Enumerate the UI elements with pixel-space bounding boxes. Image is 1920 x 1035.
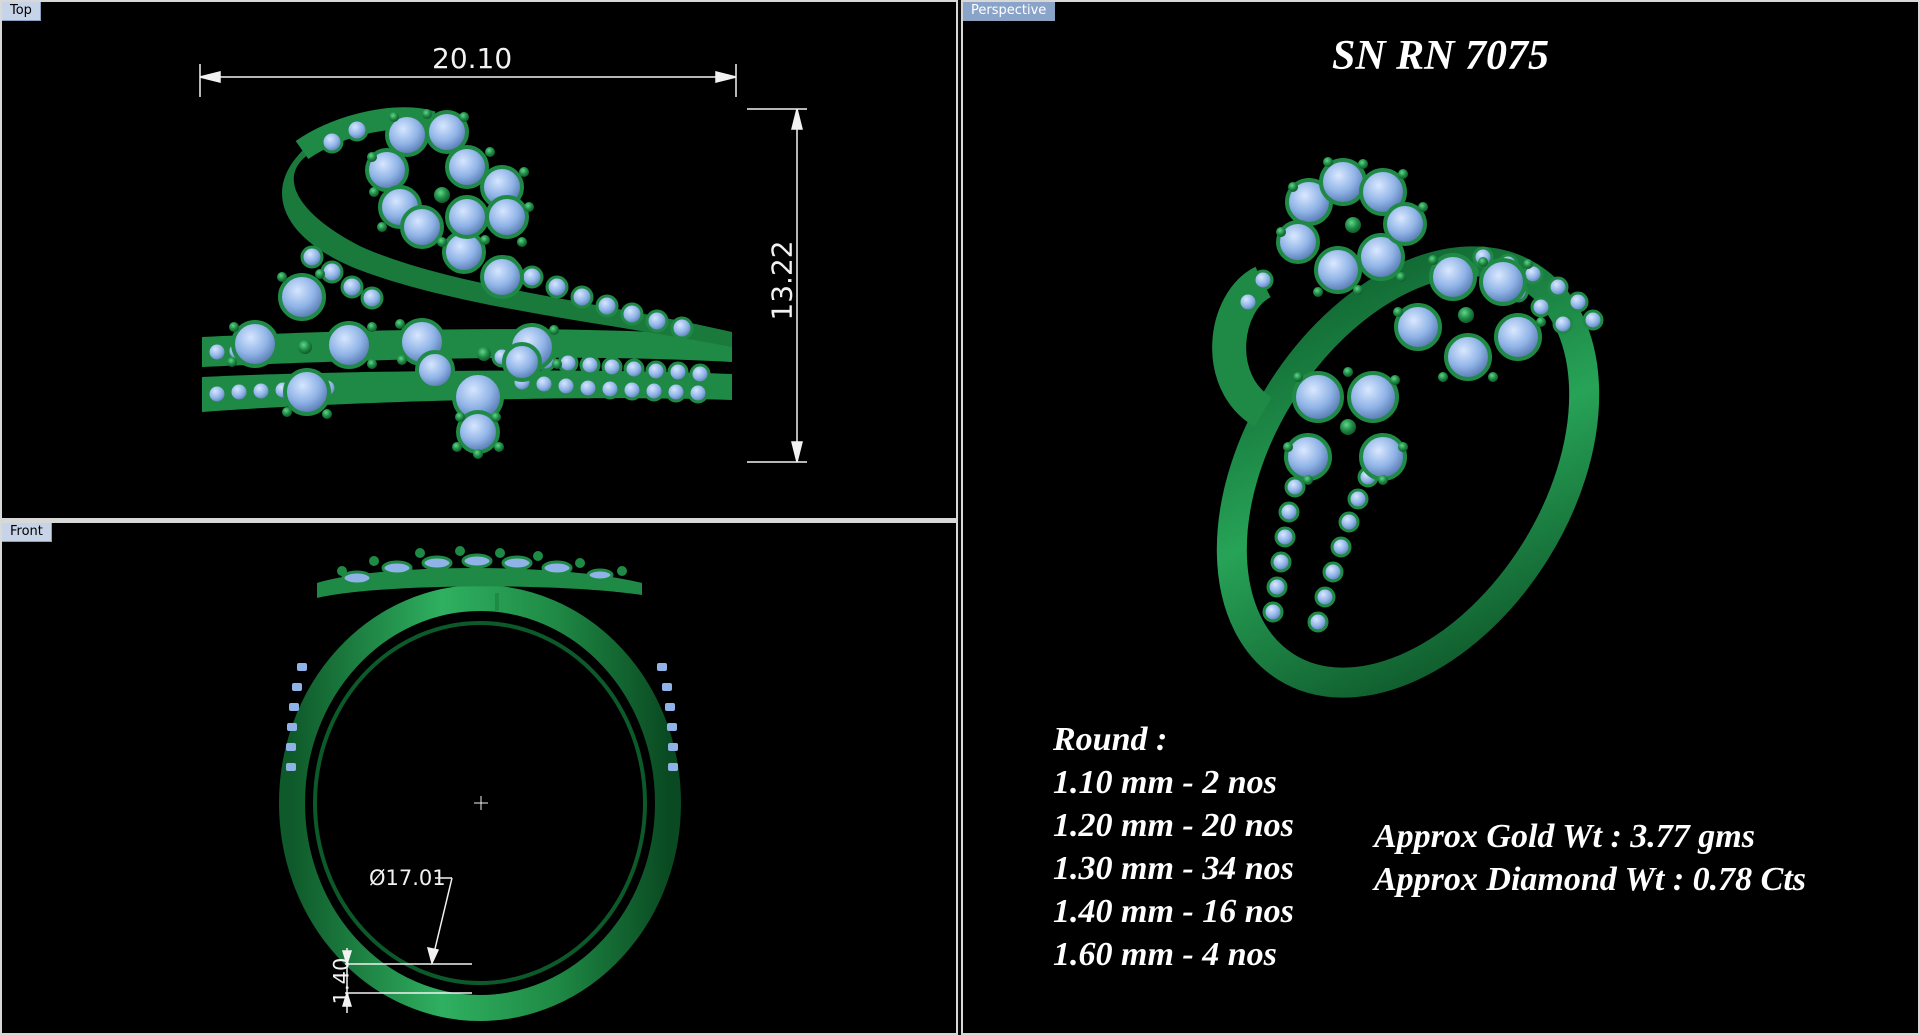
diameter-leader bbox=[426, 877, 453, 966]
front-viewport[interactable]: Front Ø17.01 1.40 bbox=[0, 520, 958, 1035]
round-size-line: 1.30 mm - 34 nos bbox=[1053, 850, 1294, 887]
round-heading: Round : bbox=[1053, 721, 1168, 758]
design-title: SN RN 7075 bbox=[1331, 33, 1550, 79]
front-viewport-label[interactable]: Front bbox=[2, 523, 52, 542]
top-viewport[interactable]: Top 20.10 13.22 bbox=[0, 0, 958, 520]
perspective-flower-lower bbox=[1284, 371, 1407, 481]
diameter-dimension-text: Ø17.01 bbox=[369, 866, 446, 890]
round-size-line: 1.60 mm - 4 nos bbox=[1053, 936, 1277, 973]
center-crosshair bbox=[474, 796, 488, 810]
weight-specs: Approx Gold Wt : 3.77 gms Approx Diamond… bbox=[1374, 815, 1806, 901]
top-view-drawing bbox=[199, 64, 807, 463]
round-specs: Round : 1.10 mm - 2 nos 1.20 mm - 20 nos… bbox=[1053, 718, 1294, 976]
thickness-dimension-text: 1.40 bbox=[329, 957, 354, 1005]
front-view-drawing bbox=[279, 546, 681, 1021]
round-size-line: 1.20 mm - 20 nos bbox=[1053, 807, 1294, 844]
width-dimension-text: 20.10 bbox=[432, 42, 513, 75]
height-dimension-text: 13.22 bbox=[765, 240, 799, 321]
round-size-line: 1.40 mm - 16 nos bbox=[1053, 893, 1294, 930]
diamond-weight: Approx Diamond Wt : 0.78 Cts bbox=[1374, 861, 1807, 898]
round-size-line: 1.10 mm - 2 nos bbox=[1053, 764, 1277, 801]
perspective-band bbox=[1216, 246, 1600, 698]
top-viewport-label[interactable]: Top bbox=[2, 2, 41, 21]
gold-weight: Approx Gold Wt : 3.77 gms bbox=[1374, 818, 1755, 855]
perspective-viewport[interactable]: Perspective SN RN 7075 Round: 1.10 mm -… bbox=[961, 0, 1920, 1035]
perspective-viewport-label[interactable]: Perspective bbox=[963, 2, 1056, 21]
